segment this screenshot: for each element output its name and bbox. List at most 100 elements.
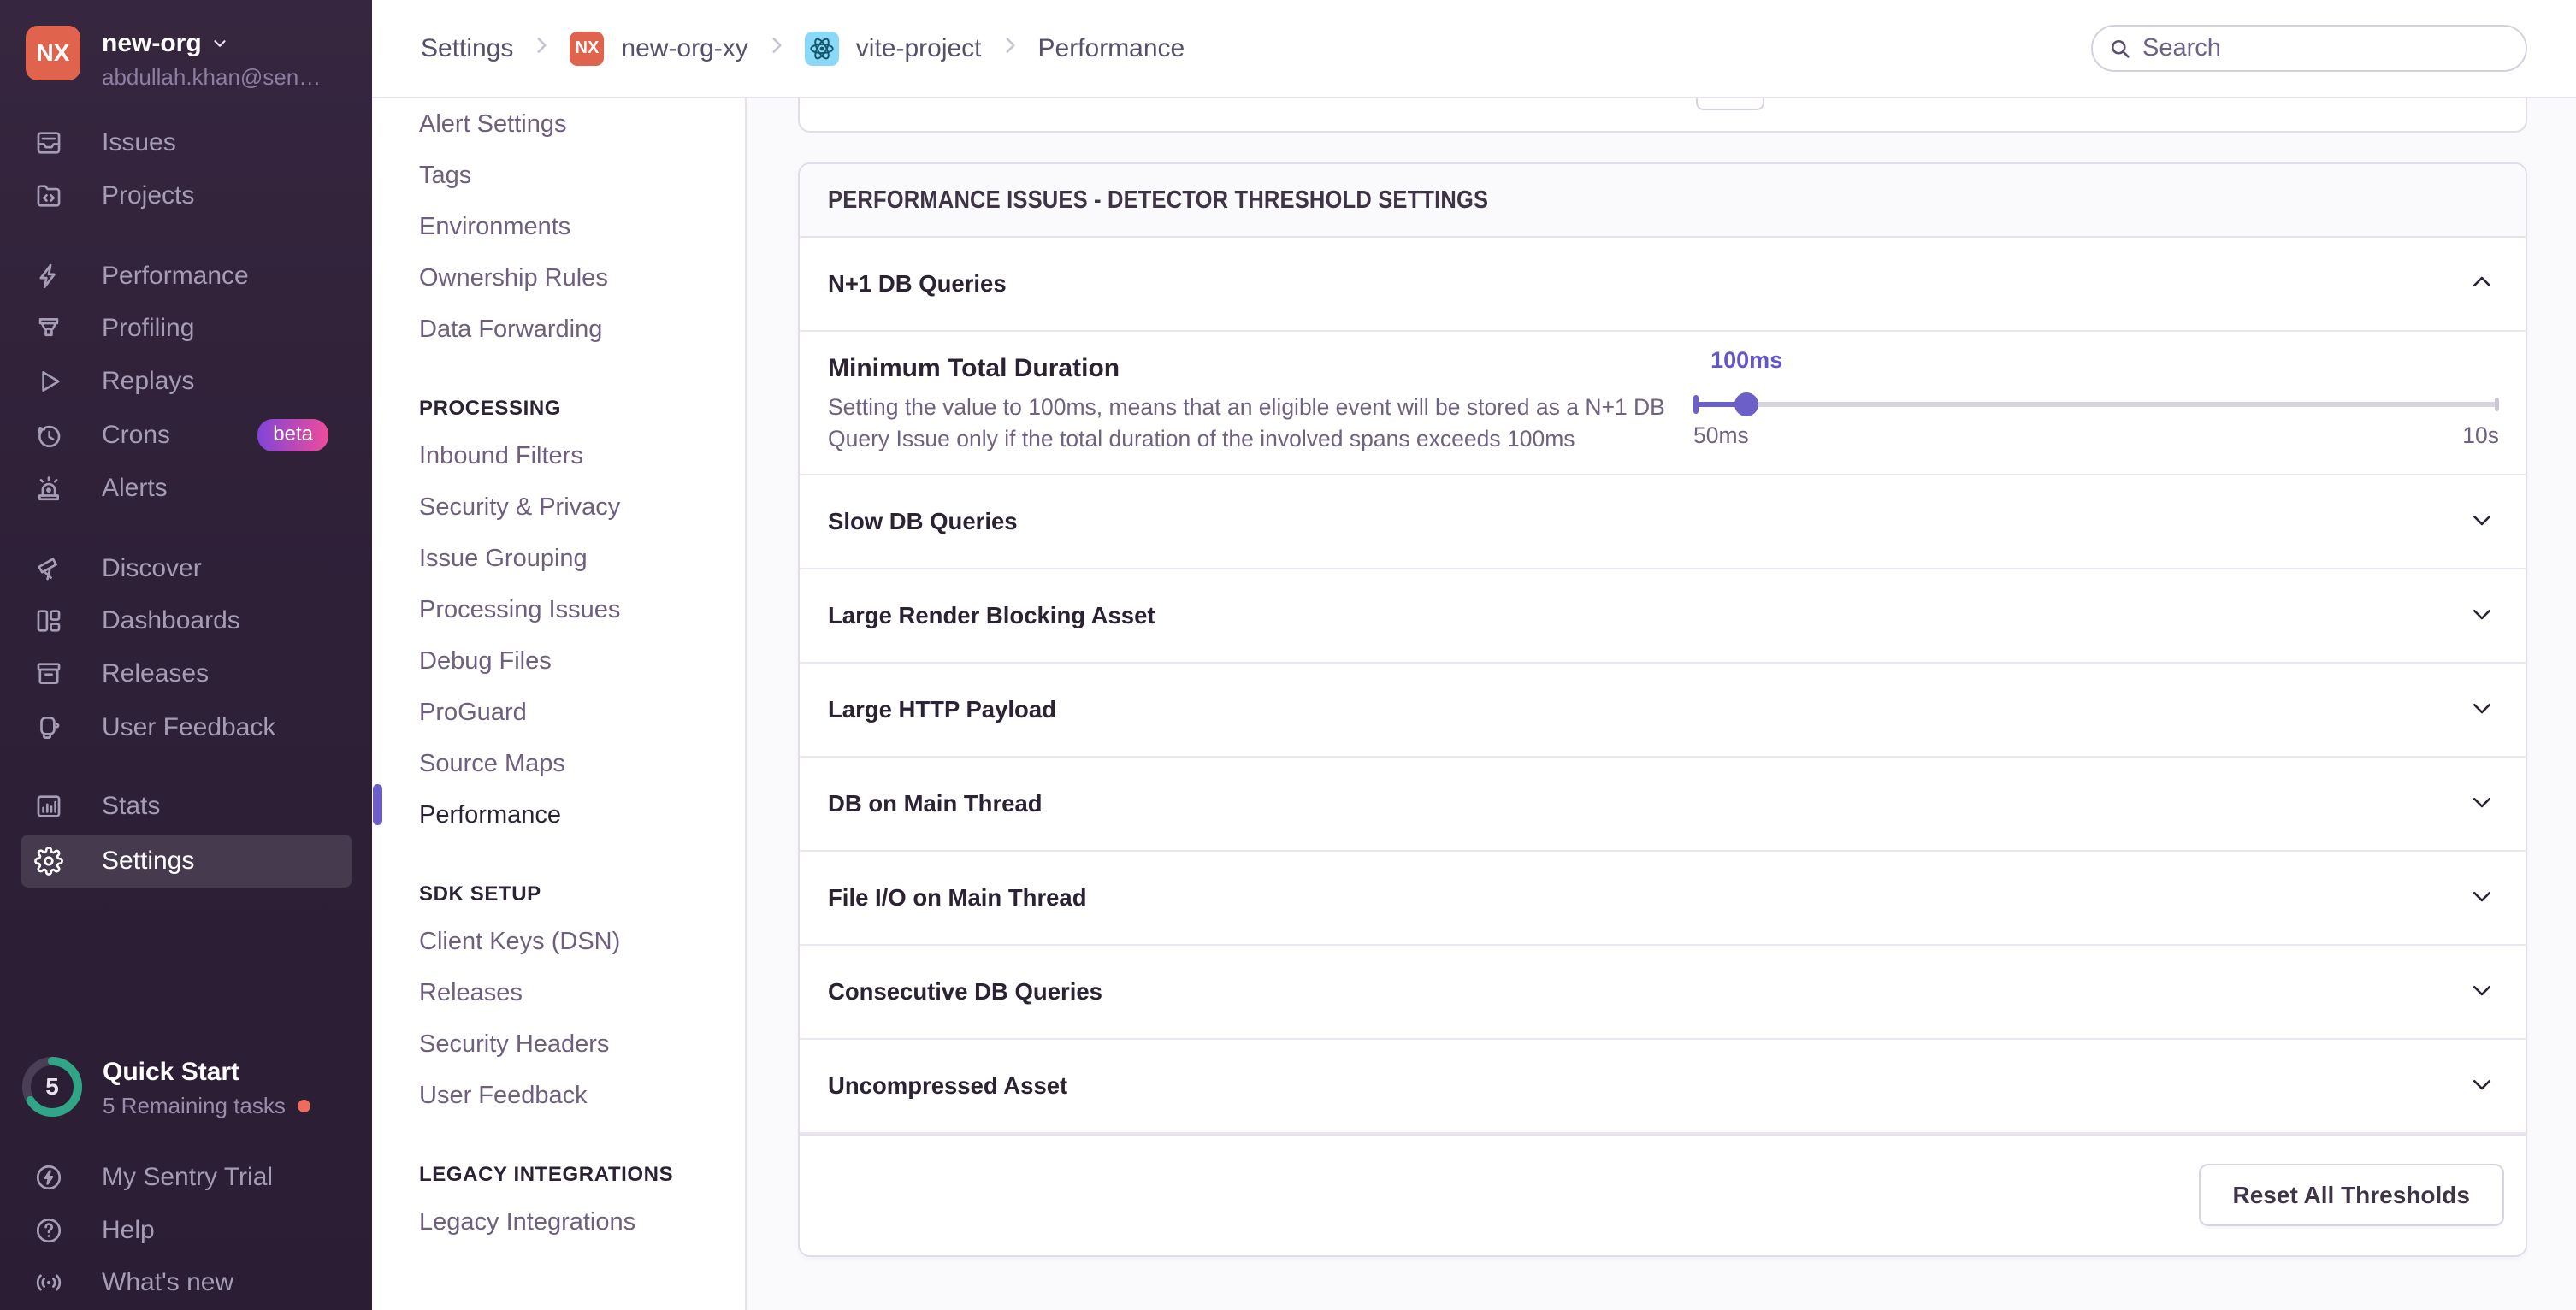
breadcrumb-page[interactable]: Performance [1038, 34, 1185, 63]
accordion-slow-db-queries[interactable]: Slow DB Queries [800, 475, 2526, 569]
sidebar: NX new-org abdullah.khan@sen… Issues Pro… [0, 0, 372, 1310]
reset-all-thresholds-button[interactable]: Reset All Thresholds [2199, 1164, 2504, 1226]
settings-nav-header-processing: PROCESSING [372, 387, 745, 430]
settings-nav-inbound-filters[interactable]: Inbound Filters [372, 430, 745, 481]
sidebar-item-stats[interactable]: Stats [21, 780, 352, 833]
gear-icon [34, 847, 63, 876]
settings-nav-processing-issues[interactable]: Processing Issues [372, 584, 745, 635]
settings-nav-performance[interactable]: Performance [372, 789, 745, 841]
sidebar-item-whats-new[interactable]: What's new [21, 1256, 352, 1309]
sidebar-item-label: Releases [102, 659, 209, 688]
breadcrumb: Settings NX new-org-xy vite-project Perf… [421, 32, 1185, 66]
sidebar-item-label: Profiling [102, 314, 194, 343]
breadcrumb-project[interactable]: vite-project [856, 34, 982, 63]
panel-title: PERFORMANCE ISSUES - DETECTOR THRESHOLD … [828, 186, 1488, 215]
settings-nav-user-feedback[interactable]: User Feedback [372, 1070, 745, 1121]
sidebar-item-label: Help [102, 1216, 155, 1245]
content-area: PERFORMANCE ISSUES - DETECTOR THRESHOLD … [747, 98, 2576, 1310]
beta-badge: beta [257, 419, 328, 451]
sidebar-item-profiling[interactable]: Profiling [21, 302, 352, 355]
org-name: new-org [102, 29, 202, 58]
sidebar-item-my-sentry-trial[interactable]: My Sentry Trial [21, 1151, 352, 1204]
sidebar-item-issues[interactable]: Issues [21, 116, 352, 169]
settings-nav-legacy-integrations[interactable]: Legacy Integrations [372, 1196, 745, 1248]
bolt-circle-icon [34, 1163, 63, 1192]
siren-icon [34, 474, 63, 503]
settings-nav-tags[interactable]: Tags [372, 150, 745, 201]
broadcast-icon [34, 1268, 63, 1297]
accordion-file-io-on-main-thread[interactable]: File I/O on Main Thread [800, 852, 2526, 946]
quickstart-progress-ring: 5 [19, 1053, 86, 1120]
panel-header: PERFORMANCE ISSUES - DETECTOR THRESHOLD … [800, 164, 2526, 238]
settings-nav-environments[interactable]: Environments [372, 201, 745, 252]
breadcrumb-org[interactable]: new-org-xy [621, 34, 747, 63]
setting-title: Minimum Total Duration [828, 354, 1683, 383]
accordion-large-render-blocking-asset[interactable]: Large Render Blocking Asset [800, 569, 2526, 664]
settings-nav-proguard[interactable]: ProGuard [372, 687, 745, 738]
panel-footer: Reset All Thresholds [800, 1134, 2526, 1255]
accordion-db-on-main-thread[interactable]: DB on Main Thread [800, 758, 2526, 852]
sidebar-item-dashboards[interactable]: Dashboards [21, 594, 352, 647]
feedback-icon [34, 713, 63, 742]
settings-nav-client-keys[interactable]: Client Keys (DSN) [372, 916, 745, 967]
search-input[interactable] [2142, 34, 2484, 62]
accordion-consecutive-db-queries[interactable]: Consecutive DB Queries [800, 946, 2526, 1040]
chevron-down-icon [2469, 977, 2495, 1007]
slider-value: 100ms [1710, 347, 1782, 374]
sidebar-item-projects[interactable]: Projects [21, 169, 352, 222]
sidebar-item-settings[interactable]: Settings [21, 835, 352, 888]
sidebar-item-replays[interactable]: Replays [21, 355, 352, 408]
settings-nav-releases[interactable]: Releases [372, 967, 745, 1018]
settings-nav-security-privacy[interactable]: Security & Privacy [372, 481, 745, 533]
play-icon [34, 367, 63, 396]
settings-nav: Alert Settings Tags Environments Ownersh… [372, 98, 747, 1310]
accordion-n-plus-one-db-queries[interactable]: N+1 DB Queries [800, 238, 2526, 332]
search-box[interactable] [2091, 25, 2527, 72]
lightning-icon [34, 262, 63, 291]
chevron-down-icon [2469, 507, 2495, 537]
sidebar-item-label: Discover [102, 554, 202, 583]
settings-nav-header-legacy: LEGACY INTEGRATIONS [372, 1154, 745, 1196]
settings-nav-debug-files[interactable]: Debug Files [372, 635, 745, 687]
slider-rail[interactable] [1693, 392, 2499, 417]
slider-end-cap [2495, 398, 2499, 411]
slider-thumb[interactable] [1734, 392, 1758, 416]
settings-nav-header-sdk-setup: SDK SETUP [372, 873, 745, 916]
slider-start-cap [1693, 395, 1699, 414]
topbar: Settings NX new-org-xy vite-project Perf… [372, 0, 2576, 98]
sidebar-item-help[interactable]: Help [21, 1204, 352, 1257]
sidebar-item-releases[interactable]: Releases [21, 647, 352, 700]
chevron-right-icon [530, 34, 552, 63]
settings-nav-security-headers[interactable]: Security Headers [372, 1018, 745, 1070]
sidebar-item-discover[interactable]: Discover [21, 542, 352, 595]
settings-nav-source-maps[interactable]: Source Maps [372, 738, 745, 789]
sidebar-item-crons[interactable]: Crons beta [21, 409, 352, 462]
sidebar-item-performance[interactable]: Performance [21, 250, 352, 303]
accordion-uncompressed-asset[interactable]: Uncompressed Asset [800, 1040, 2526, 1134]
settings-nav-ownership-rules[interactable]: Ownership Rules [372, 252, 745, 304]
sidebar-item-alerts[interactable]: Alerts [21, 462, 352, 515]
help-circle-icon [34, 1216, 63, 1245]
settings-nav-alert-settings[interactable]: Alert Settings [372, 98, 745, 150]
sidebar-item-label: Alerts [102, 474, 168, 503]
profiling-icon [34, 314, 63, 343]
settings-nav-issue-grouping[interactable]: Issue Grouping [372, 533, 745, 584]
quickstart-title: Quick Start [103, 1058, 310, 1087]
quickstart-count: 5 [19, 1053, 86, 1120]
slider-track [1693, 402, 2499, 407]
scrolled-button-fragment[interactable] [1696, 98, 1764, 110]
sidebar-item-label: Replays [102, 367, 194, 396]
settings-nav-data-forwarding[interactable]: Data Forwarding [372, 304, 745, 355]
accordion-large-http-payload[interactable]: Large HTTP Payload [800, 664, 2526, 758]
archive-icon [34, 659, 63, 688]
sidebar-item-label: My Sentry Trial [102, 1163, 273, 1192]
breadcrumb-settings[interactable]: Settings [421, 34, 513, 63]
alert-dot [298, 1100, 310, 1112]
quickstart-panel[interactable]: 5 Quick Start 5 Remaining tasks [19, 1053, 310, 1120]
clock-icon [34, 421, 63, 450]
org-avatar: NX [26, 26, 80, 80]
sidebar-item-user-feedback[interactable]: User Feedback [21, 701, 352, 754]
dashboard-icon [34, 606, 63, 635]
org-switcher[interactable]: NX new-org abdullah.khan@sen… [26, 26, 350, 91]
chevron-down-icon [2469, 1071, 2495, 1101]
